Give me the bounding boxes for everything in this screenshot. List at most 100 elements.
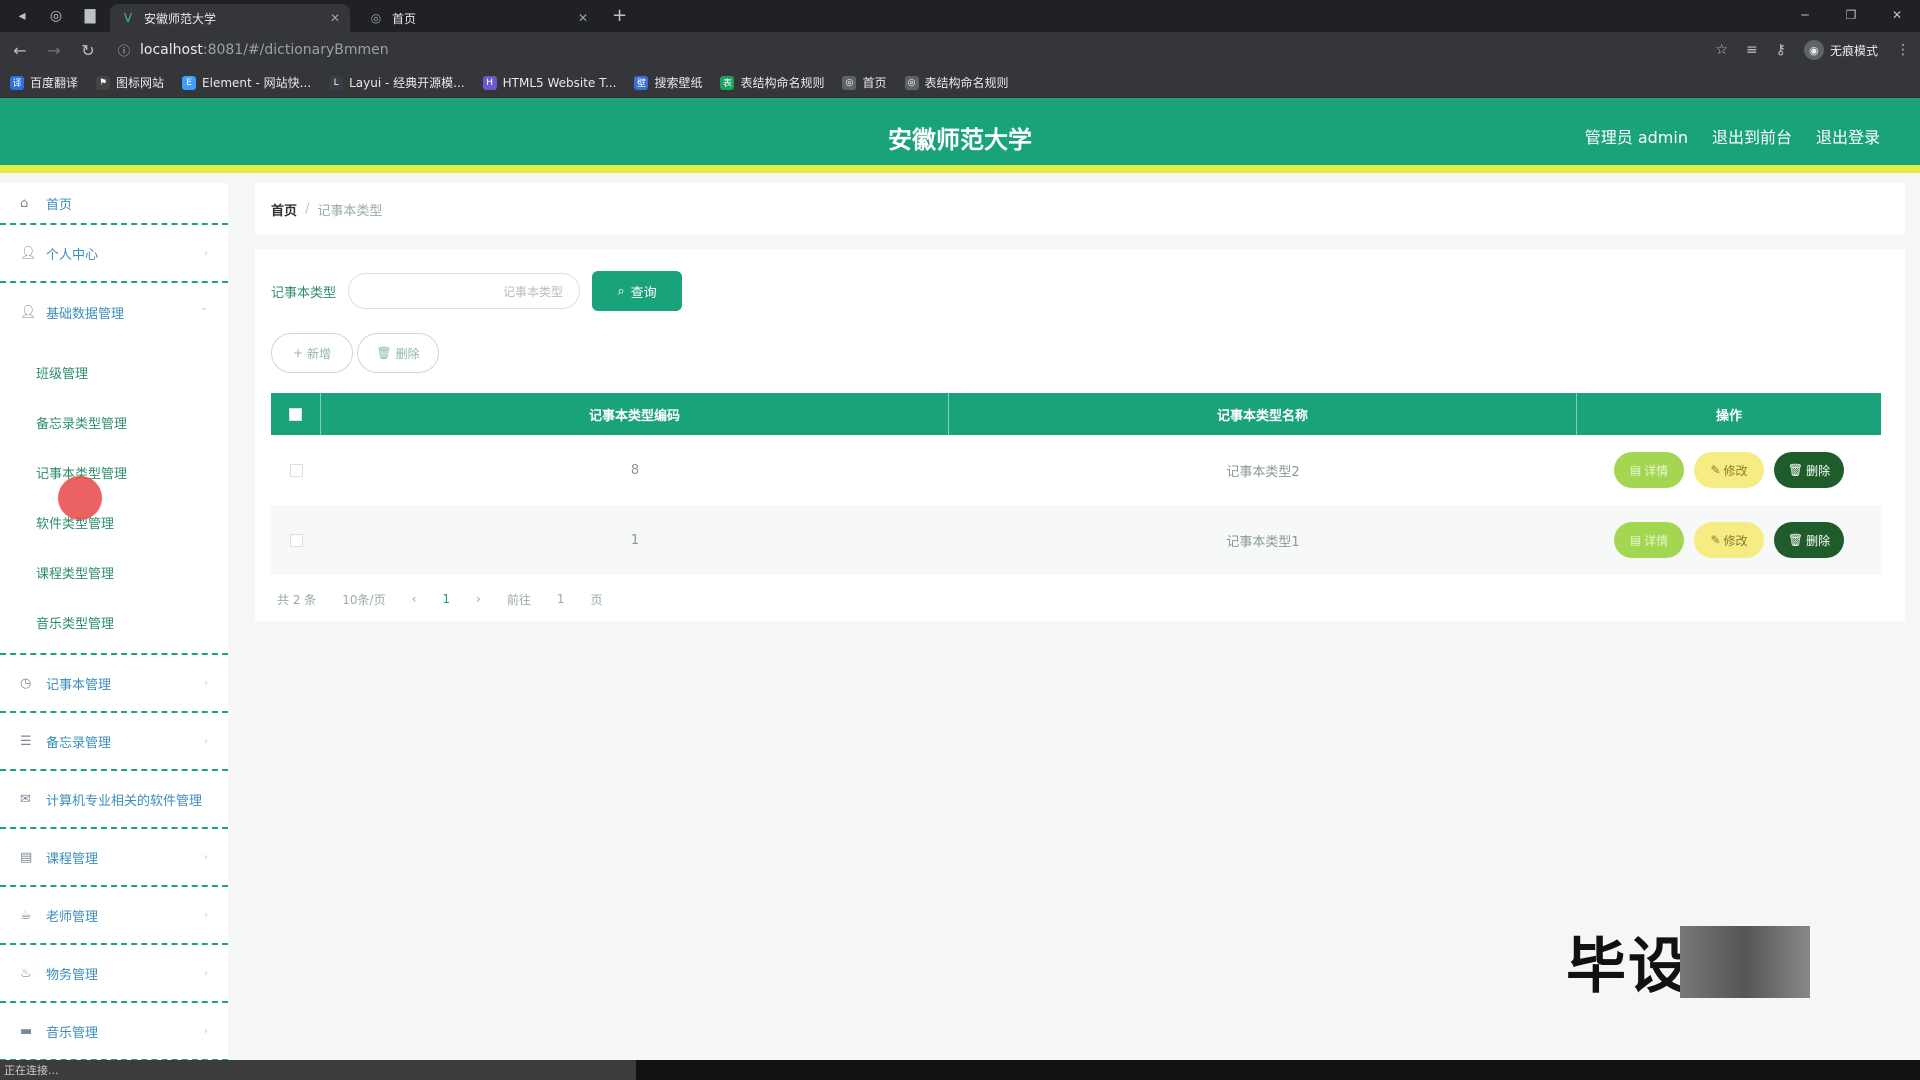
- sidebar-item-teacher[interactable]: ☕︎ 老师管理 ›: [0, 887, 228, 945]
- info-icon[interactable]: ⓘ: [118, 42, 130, 59]
- globe-icon[interactable]: ◎: [44, 4, 68, 28]
- search-label: 记事本类型: [271, 285, 337, 301]
- sidebar-item-basic-data[interactable]: 👤︎ 基础数据管理 ⌃: [0, 283, 228, 341]
- cell-name: 记事本类型1: [1226, 534, 1300, 550]
- status-text: 正在连接...: [0, 1060, 636, 1080]
- vue-logo-icon: V: [123, 11, 133, 25]
- bookmark-item[interactable]: H HTML5 Website T...: [482, 75, 616, 90]
- detail-button[interactable]: ▤ 详情: [1614, 522, 1684, 558]
- site-header: 安徽师范大学 管理员 admin 退出到前台 退出登录: [0, 98, 1920, 173]
- reload-icon[interactable]: ↻: [74, 36, 102, 64]
- sidebar-item-course[interactable]: ▤ 课程管理 ›: [0, 829, 228, 887]
- browser-tabbar: ◂ ◎ ▇ V 安徽师范大学 ✕ ◎ 首页 ✕ + ─ ❐ ✕: [0, 0, 1920, 32]
- delete-button[interactable]: 🗑︎ 删除: [1774, 522, 1844, 558]
- close-window-icon[interactable]: ✕: [1874, 0, 1920, 30]
- new-tab-plus-icon[interactable]: +: [612, 5, 627, 26]
- incognito-label: 无痕模式: [1829, 43, 1878, 58]
- header-code[interactable]: 记事本类型编码: [321, 393, 949, 435]
- minimize-icon[interactable]: ─: [1782, 0, 1828, 30]
- bookmark-item[interactable]: E Element - 网站快...: [182, 74, 311, 91]
- search-button[interactable]: ⌕ 查询: [592, 271, 683, 311]
- edit-button[interactable]: ✎ 修改: [1694, 522, 1764, 558]
- row-checkbox[interactable]: [289, 533, 303, 547]
- edit-button[interactable]: ✎ 修改: [1694, 452, 1764, 488]
- sidebar-sub-software-type[interactable]: 软件类型管理: [0, 497, 228, 547]
- logout-link[interactable]: 退出登录: [1816, 124, 1880, 148]
- sidebar-item-memo[interactable]: ☰ 备忘录管理 ›: [0, 713, 228, 771]
- back-to-front-link[interactable]: 退出到前台: [1712, 124, 1792, 148]
- forward-arrow-icon[interactable]: →: [40, 36, 68, 64]
- click-indicator: [58, 476, 102, 520]
- admin-label: 管理员 admin: [1584, 128, 1688, 147]
- breadcrumb: 首页 / 记事本类型: [255, 183, 1905, 235]
- restore-icon[interactable]: ❐: [1828, 0, 1874, 30]
- pencil-icon: ✎: [1710, 463, 1721, 477]
- media-icon[interactable]: ≡: [1746, 42, 1758, 58]
- menu-kebab-icon[interactable]: ⋮: [1896, 42, 1910, 58]
- globe-icon: ◎: [904, 75, 919, 90]
- pager-goto-input[interactable]: 1: [557, 592, 565, 606]
- star-icon[interactable]: ☆: [1715, 42, 1728, 58]
- incognito-badge[interactable]: ◉ 无痕模式: [1803, 40, 1878, 60]
- sidebar: ⌂ 首页 👤︎ 个人中心 › 👤︎ 基础数据管理 ⌃ 班级管理 备忘录类型管理 记事本类型…: [0, 183, 228, 1060]
- sidebar-sub-music-type[interactable]: 音乐类型管理: [0, 597, 228, 647]
- tab-close-icon[interactable]: ✕: [578, 11, 588, 25]
- sidebar-item-home[interactable]: ⌂ 首页: [0, 183, 228, 225]
- bookmark-item[interactable]: ◎ 首页: [842, 74, 887, 91]
- sidebar-sub-notebook-type[interactable]: 记事本类型管理: [0, 447, 228, 497]
- window-icon[interactable]: ▇: [78, 4, 102, 28]
- breadcrumb-home[interactable]: 首页: [271, 200, 297, 219]
- sidebar-item-affairs[interactable]: ♨ 物务管理 ›: [0, 945, 228, 1003]
- bookmark-item[interactable]: ◎ 表结构命名规则: [904, 74, 1009, 91]
- tab-home[interactable]: ◎ 首页 ✕: [358, 4, 598, 32]
- sidebar-item-personal[interactable]: 👤︎ 个人中心 ›: [0, 225, 228, 283]
- delete-button[interactable]: 🗑︎ 删除: [1774, 452, 1844, 488]
- table-header: 记事本类型编码 记事本类型名称 操作: [271, 393, 1881, 435]
- table-row: 1 记事本类型1 ▤ 详情 ✎ 修改 🗑︎ 删除: [271, 505, 1881, 575]
- chevron-icon: ›: [204, 909, 208, 921]
- bookmarks-bar: 译百度翻译 ⚑ 图标网站 E Element - 网站快... L Layui - 经…: [0, 68, 1920, 98]
- back-arrow-icon[interactable]: ←: [6, 36, 34, 64]
- header-name[interactable]: 记事本类型名称: [949, 393, 1577, 435]
- sidebar-item-music[interactable]: ▬ 音乐管理 ›: [0, 1003, 228, 1060]
- row-checkbox[interactable]: [289, 463, 303, 477]
- watermark-text: 毕设: [1566, 932, 1690, 1002]
- pager-size-select[interactable]: 10条/页: [342, 591, 385, 608]
- tab-search-icon[interactable]: ◂: [10, 4, 34, 28]
- data-table: 记事本类型编码 记事本类型名称 操作 8 记事本类型2 ▤ 详情 ✎ 修改 🗑︎ 删除: [271, 393, 1881, 575]
- pager-goto-label: 前往: [506, 592, 531, 607]
- bookmark-item[interactable]: ⚑ 图标网站: [96, 74, 164, 91]
- pager-prev-icon[interactable]: ‹: [412, 592, 417, 606]
- cell-code: 8: [630, 462, 640, 478]
- sidebar-item-software[interactable]: ✉ 计算机专业相关的软件管理: [0, 771, 228, 829]
- add-button[interactable]: + 新增: [271, 333, 353, 373]
- chevron-up-icon: ⌃: [199, 306, 208, 318]
- sidebar-sub-class[interactable]: 班级管理: [0, 347, 228, 397]
- tab-active[interactable]: V 安徽师范大学 ✕: [110, 4, 350, 32]
- key-icon[interactable]: ⚷: [1776, 42, 1786, 58]
- globe-icon: ◎: [842, 75, 857, 90]
- bookmark-item[interactable]: 译百度翻译: [10, 74, 78, 91]
- batch-delete-button[interactable]: 🗑︎ 删除: [357, 333, 439, 373]
- search-icon: ⌕: [617, 283, 625, 299]
- flag-icon: ⚑: [96, 75, 111, 90]
- user-icon: 👤︎: [20, 245, 37, 261]
- bookmark-item[interactable]: L Layui - 经典开源模...: [329, 74, 465, 91]
- tab-close-icon[interactable]: ✕: [330, 11, 340, 25]
- detail-button[interactable]: ▤ 详情: [1614, 452, 1684, 488]
- sidebar-sub-memo-type[interactable]: 备忘录类型管理: [0, 397, 228, 447]
- incognito-icon: ◉: [1803, 40, 1824, 60]
- trash-icon: 🗑︎: [1787, 463, 1804, 477]
- sidebar-item-notebook[interactable]: ◷ 记事本管理 ›: [0, 655, 228, 713]
- url-bar[interactable]: ⓘ localhost:8081/#/dictionaryBmmen: [118, 36, 1678, 64]
- pager-page[interactable]: 1: [442, 592, 450, 606]
- sidebar-sub-course-type[interactable]: 课程类型管理: [0, 547, 228, 597]
- select-all-checkbox[interactable]: [289, 407, 302, 421]
- pager-next-icon[interactable]: ›: [476, 592, 481, 606]
- bookmark-item[interactable]: 壁搜索壁纸: [634, 74, 702, 91]
- search-input[interactable]: 记事本类型: [348, 273, 581, 309]
- url-host: localhost: [140, 42, 203, 58]
- bookmark-item[interactable]: 表表结构命名规则: [720, 74, 824, 91]
- mail-icon: ✉: [20, 791, 31, 807]
- table-row: 8 记事本类型2 ▤ 详情 ✎ 修改 🗑︎ 删除: [271, 435, 1881, 505]
